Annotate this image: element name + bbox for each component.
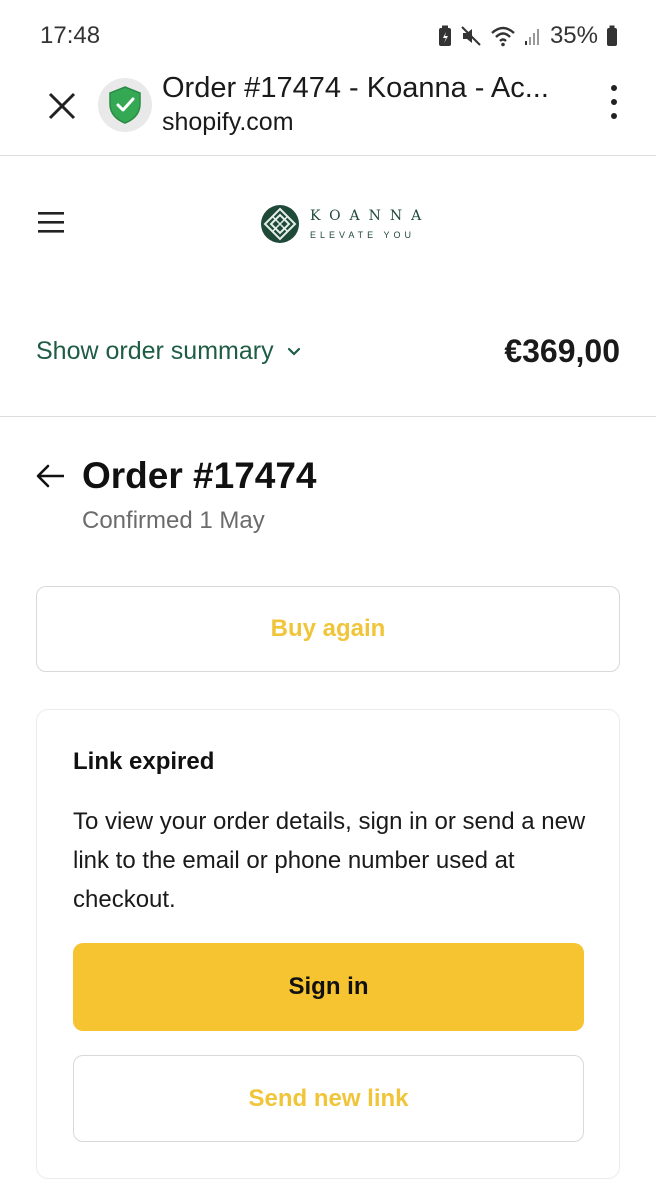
logo-tagline: ELEVATE YOU xyxy=(310,230,416,240)
shield-check-icon xyxy=(109,86,141,124)
status-bar: 17:48 35% xyxy=(0,0,656,70)
status-time: 17:48 xyxy=(40,22,101,49)
logo-name: KOANNA xyxy=(310,208,431,224)
card-description: To view your order details, sign in or s… xyxy=(73,808,586,913)
card-title: Link expired xyxy=(73,748,215,775)
battery-saver-icon xyxy=(438,25,451,46)
order-title: Order #17474 xyxy=(82,455,317,496)
browser-toolbar: Order #17474 - Koanna - Ac... shopify.co… xyxy=(0,70,656,156)
koanna-logo-icon xyxy=(261,205,299,243)
order-status-date: Confirmed 1 May xyxy=(82,507,265,534)
battery-percentage: 35% xyxy=(549,22,598,49)
sign-in-button[interactable]: Sign in xyxy=(73,943,584,1031)
status-icons: 35% xyxy=(438,22,618,50)
close-icon[interactable] xyxy=(44,88,80,124)
order-summary-bar: Show order summary €369,00 xyxy=(0,307,656,417)
store-header: KOANNA ELEVATE YOU xyxy=(0,157,656,307)
order-total: €369,00 xyxy=(504,333,620,369)
chevron-down-icon xyxy=(287,347,300,356)
mute-icon xyxy=(461,26,481,46)
battery-icon xyxy=(607,25,617,46)
send-new-link-button[interactable]: Send new link xyxy=(73,1055,584,1142)
page-title: Order #17474 - Koanna - Ac... xyxy=(162,72,549,104)
buy-again-button[interactable]: Buy again xyxy=(36,586,620,672)
link-expired-card: Link expired To view your order details,… xyxy=(36,709,620,1179)
signal-icon xyxy=(524,29,539,45)
back-arrow-icon[interactable] xyxy=(34,462,68,490)
page-domain: shopify.com xyxy=(162,108,294,136)
show-order-summary-toggle[interactable]: Show order summary xyxy=(36,337,302,366)
summary-toggle-label: Show order summary xyxy=(36,337,274,365)
store-logo[interactable]: KOANNA ELEVATE YOU xyxy=(260,204,430,244)
site-security-button[interactable] xyxy=(98,78,152,132)
wifi-icon xyxy=(491,26,515,47)
kebab-menu-icon[interactable] xyxy=(602,82,626,122)
hamburger-menu-icon[interactable] xyxy=(38,211,64,233)
